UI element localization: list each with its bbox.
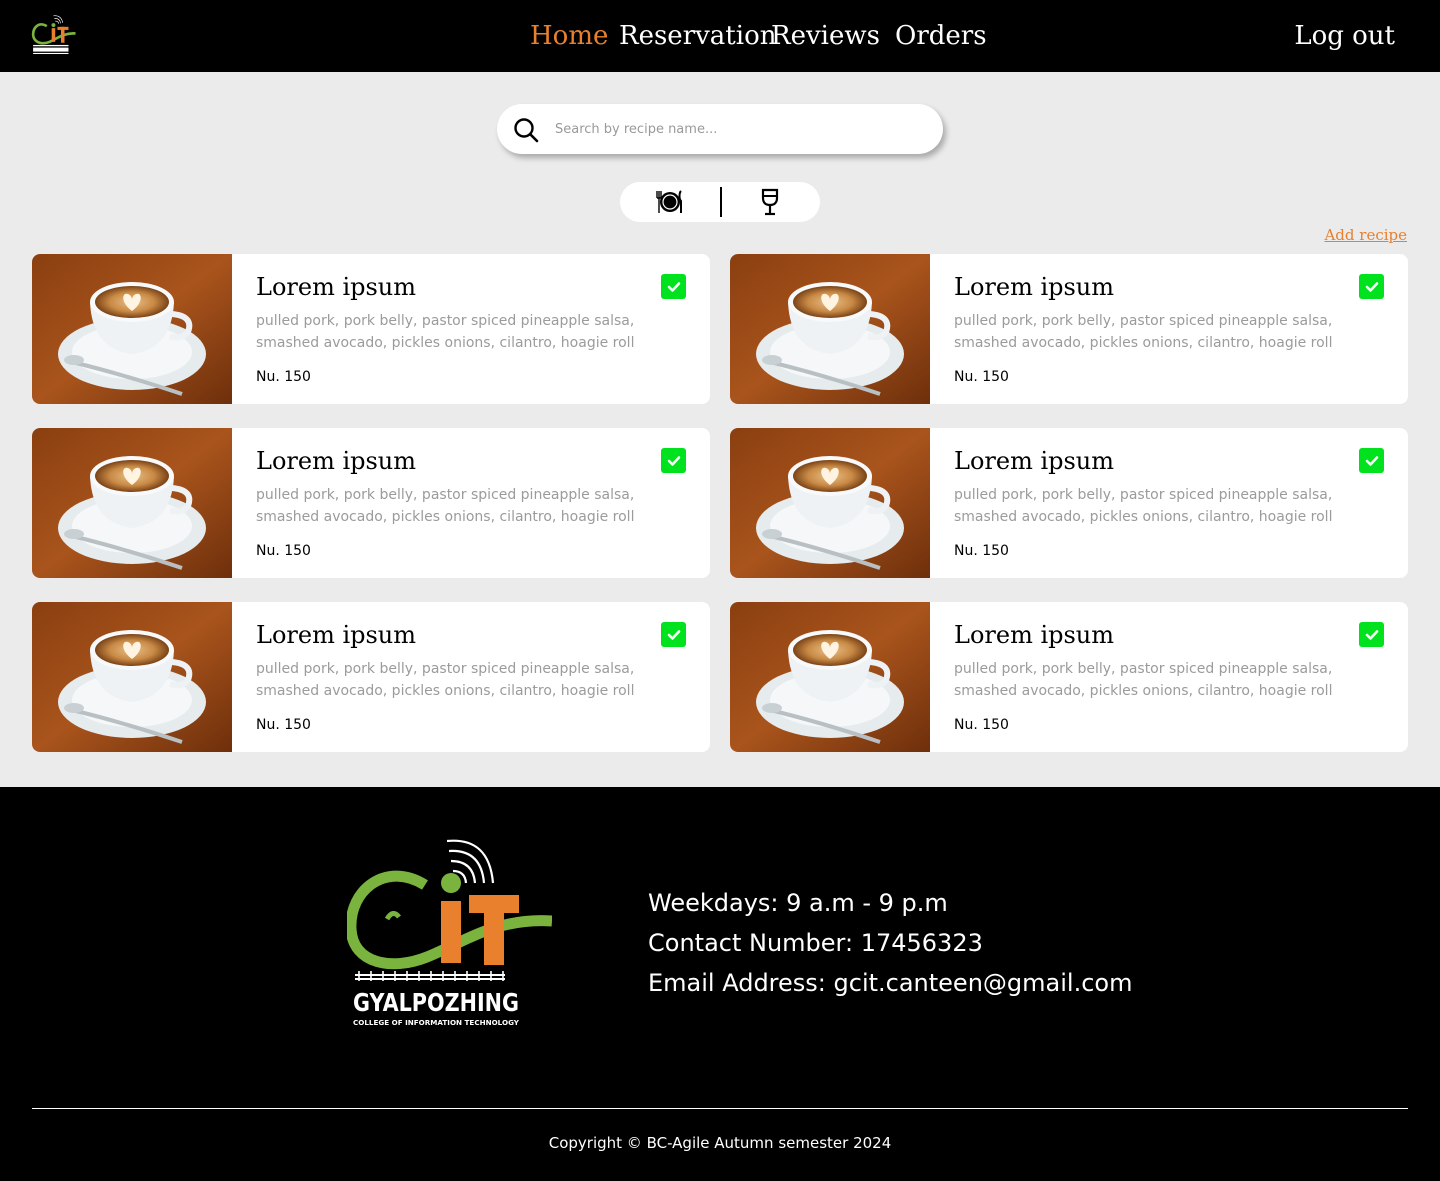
recipe-checkbox[interactable] — [1359, 448, 1384, 473]
add-recipe-link[interactable]: Add recipe — [1324, 226, 1407, 244]
recipe-description: pulled pork, pork belly, pastor spiced p… — [954, 661, 1333, 699]
recipe-price: Nu. 150 — [954, 369, 1009, 385]
recipe-card[interactable]: Lorem ipsum pulled pork, pork belly, pas… — [32, 602, 710, 752]
checkmark-icon — [667, 629, 680, 640]
checkmark-icon — [1365, 281, 1378, 292]
checkmark-icon — [1365, 455, 1378, 466]
college-logo[interactable] — [30, 14, 78, 56]
food-category-button[interactable] — [620, 182, 720, 222]
search-bar[interactable] — [497, 104, 943, 154]
plate-utensils-icon — [656, 190, 682, 213]
recipe-title: Lorem ipsum — [256, 273, 417, 301]
recipe-checkbox[interactable] — [1359, 274, 1384, 299]
coffee-image — [730, 254, 930, 404]
recipe-title: Lorem ipsum — [256, 447, 417, 475]
drink-category-button[interactable] — [720, 182, 820, 222]
recipe-price: Nu. 150 — [256, 543, 311, 559]
recipe-title: Lorem ipsum — [954, 621, 1115, 649]
recipe-description: pulled pork, pork belly, pastor spiced p… — [954, 487, 1333, 525]
wine-glass-icon — [761, 188, 779, 216]
checkmark-icon — [667, 281, 680, 292]
footer-info: Weekdays: 9 a.m - 9 p.m Contact Number: … — [648, 883, 1132, 1003]
logo-name: GYALPOZHING — [353, 988, 519, 1017]
recipe-description: pulled pork, pork belly, pastor spiced p… — [954, 313, 1333, 351]
opening-hours: Weekdays: 9 a.m - 9 p.m — [648, 889, 948, 917]
footer: GYALPOZHING COLLEGE OF INFORMATION TECHN… — [0, 787, 1440, 1181]
recipe-description: pulled pork, pork belly, pastor spiced p… — [256, 661, 635, 699]
recipe-description: pulled pork, pork belly, pastor spiced p… — [256, 487, 635, 525]
recipe-description: pulled pork, pork belly, pastor spiced p… — [256, 313, 635, 351]
category-toggle — [620, 182, 820, 222]
logo-subtitle: COLLEGE OF INFORMATION TECHNOLOGY — [353, 1019, 520, 1027]
nav-reservation[interactable]: Reservation — [619, 18, 776, 54]
recipe-title: Lorem ipsum — [954, 447, 1115, 475]
footer-divider — [32, 1108, 1408, 1109]
logout-link[interactable]: Log out — [1294, 18, 1395, 54]
recipe-price: Nu. 150 — [954, 717, 1009, 733]
coffee-image — [32, 428, 232, 578]
coffee-image — [32, 254, 232, 404]
coffee-image — [730, 602, 930, 752]
recipe-checkbox[interactable] — [661, 622, 686, 647]
search-input[interactable] — [555, 117, 915, 141]
recipe-checkbox[interactable] — [661, 448, 686, 473]
nav-home[interactable]: Home — [530, 18, 608, 54]
checkmark-icon — [1365, 629, 1378, 640]
recipe-card[interactable]: Lorem ipsum pulled pork, pork belly, pas… — [730, 602, 1408, 752]
recipe-title: Lorem ipsum — [954, 273, 1115, 301]
coffee-image — [32, 602, 232, 752]
recipe-grid: Lorem ipsum pulled pork, pork belly, pas… — [32, 254, 1408, 752]
recipe-checkbox[interactable] — [1359, 622, 1384, 647]
recipe-checkbox[interactable] — [661, 274, 686, 299]
recipe-card[interactable]: Lorem ipsum pulled pork, pork belly, pas… — [32, 428, 710, 578]
recipe-card[interactable]: Lorem ipsum pulled pork, pork belly, pas… — [730, 254, 1408, 404]
recipe-title: Lorem ipsum — [256, 621, 417, 649]
nav-orders[interactable]: Orders — [895, 18, 987, 54]
recipe-card[interactable]: Lorem ipsum pulled pork, pork belly, pas… — [730, 428, 1408, 578]
coffee-image — [730, 428, 930, 578]
nav-reviews[interactable]: Reviews — [771, 18, 880, 54]
contact-number: Contact Number: 17456323 — [648, 929, 983, 957]
recipe-price: Nu. 150 — [256, 369, 311, 385]
email-address: Email Address: gcit.canteen@gmail.com — [648, 969, 1133, 997]
recipe-price: Nu. 150 — [954, 543, 1009, 559]
recipe-price: Nu. 150 — [256, 717, 311, 733]
navbar: Home Reservation Reviews Orders Log out — [0, 0, 1440, 72]
copyright-text: Copyright © BC-Agile Autumn semester 202… — [548, 1134, 892, 1152]
search-icon[interactable] — [513, 117, 539, 143]
checkmark-icon — [667, 455, 680, 466]
recipe-card[interactable]: Lorem ipsum pulled pork, pork belly, pas… — [32, 254, 710, 404]
college-logo: GYALPOZHING COLLEGE OF INFORMATION TECHN… — [347, 839, 552, 1027]
